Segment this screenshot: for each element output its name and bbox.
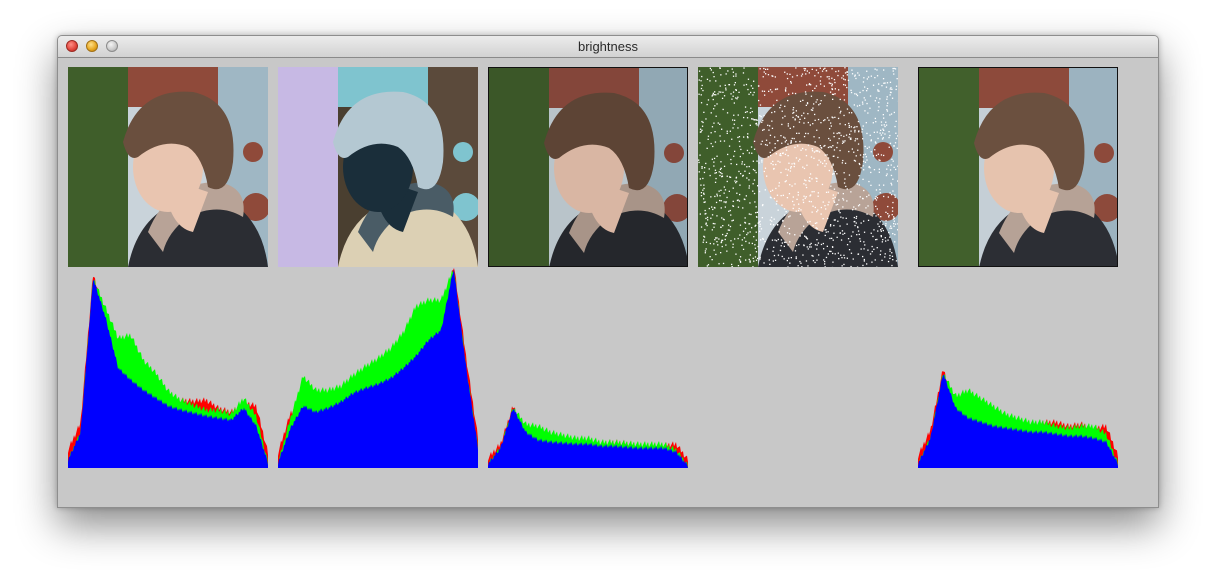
background-foliage bbox=[278, 67, 338, 267]
window-title: brightness bbox=[578, 39, 638, 54]
background-foliage bbox=[919, 68, 979, 266]
image-original bbox=[68, 67, 268, 267]
portrait-darkened-picture bbox=[489, 68, 687, 266]
histogram-darkened bbox=[488, 406, 688, 468]
app-window: brightness bbox=[57, 35, 1159, 508]
portrait-inverted-picture bbox=[278, 67, 478, 267]
background-foliage bbox=[68, 67, 128, 267]
image-darkened bbox=[488, 67, 688, 267]
portrait-noise-picture bbox=[698, 67, 898, 267]
image-filtered bbox=[918, 67, 1118, 267]
portrait-filtered-picture bbox=[919, 68, 1117, 266]
portrait-original-picture bbox=[68, 67, 268, 267]
title-bar[interactable]: brightness bbox=[58, 36, 1158, 58]
image-inverted bbox=[278, 67, 478, 267]
histogram-inverted bbox=[278, 268, 478, 468]
hist-blue-area bbox=[68, 279, 268, 468]
image-noise bbox=[698, 67, 898, 267]
histogram-filtered bbox=[918, 371, 1118, 468]
histogram-original bbox=[68, 276, 268, 468]
background-foliage bbox=[489, 68, 549, 266]
